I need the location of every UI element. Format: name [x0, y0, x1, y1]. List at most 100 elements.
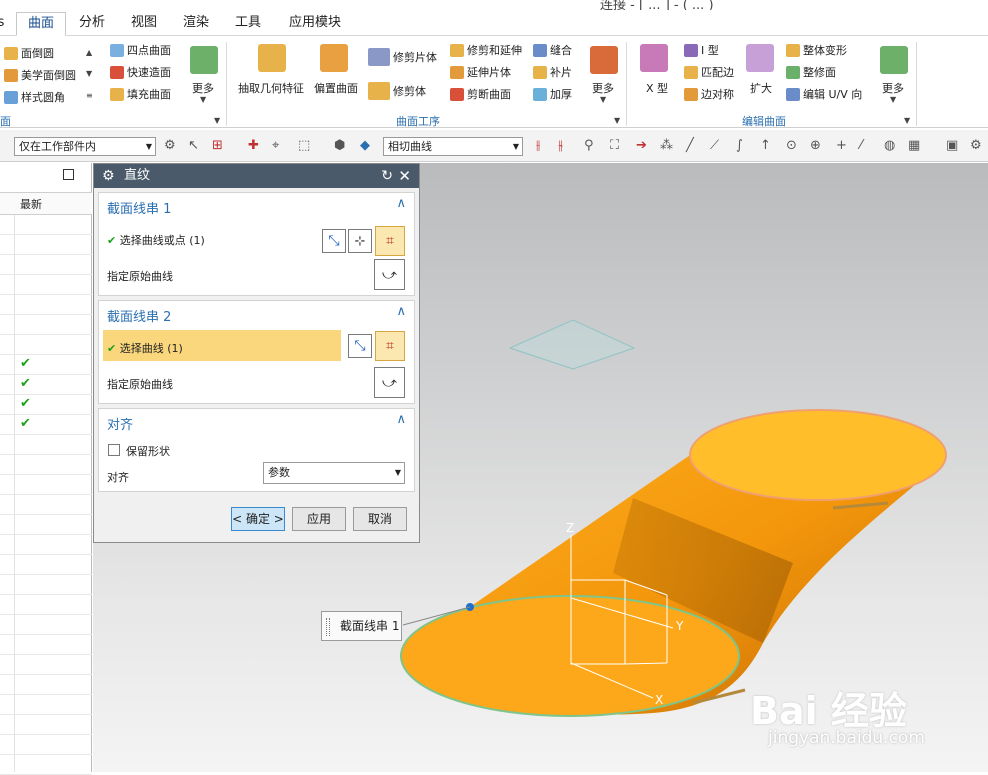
more-button-2[interactable]: 更多	[592, 80, 614, 96]
slash-icon[interactable]: ⁄	[860, 138, 862, 153]
top-section-curve[interactable]	[689, 409, 947, 501]
tab-prev[interactable]: s	[0, 12, 8, 36]
more-dropdown-icon[interactable]: ▼	[200, 95, 206, 104]
trim-body-button[interactable]: 修剪体	[368, 82, 426, 100]
rectangle-select-icon[interactable]: ⬚	[298, 138, 310, 153]
reverse-direction-button-2[interactable]: ⤡	[348, 334, 372, 358]
more-button-3[interactable]: 更多	[882, 80, 904, 96]
ok-button[interactable]: < 确定 >	[231, 507, 285, 531]
section-string-callout[interactable]: 截面线串 1	[321, 611, 402, 641]
navigator-row[interactable]	[0, 275, 92, 295]
stop-at-intersection-icon[interactable]: ⫲	[536, 138, 540, 153]
edge-symmetry-button[interactable]: 边对称	[684, 86, 734, 102]
apply-button[interactable]: 应用	[292, 507, 346, 531]
selection-scope-dropdown[interactable]: 仅在工作部件内 ▼	[14, 137, 156, 156]
sketch-icon[interactable]: ⛶	[610, 138, 619, 153]
tab-analysis[interactable]: 分析	[72, 12, 112, 36]
trim-sheet-button[interactable]: 修剪片体	[368, 48, 437, 66]
tab-tools[interactable]: 工具	[228, 12, 268, 36]
navigator-row[interactable]	[0, 455, 92, 475]
navigator-row[interactable]	[0, 475, 92, 495]
body-icon[interactable]: ◆	[360, 138, 370, 153]
navigator-row[interactable]	[0, 235, 92, 255]
screenshot-icon[interactable]: ▣	[946, 138, 958, 153]
styled-blend-button[interactable]: 样式圆角	[4, 89, 65, 105]
group-expand-icon-2[interactable]: ▼	[614, 116, 620, 125]
select-curve-row[interactable]: ✔ 选择曲线或点 (1)	[107, 232, 205, 248]
tab-view[interactable]: 视图	[124, 12, 164, 36]
navigator-row[interactable]	[0, 315, 92, 335]
navigator-row[interactable]	[0, 515, 92, 535]
face-blend-button[interactable]: 面倒圆	[4, 45, 54, 61]
curve-icon[interactable]: ∫	[736, 138, 743, 153]
rapid-surfacing-button[interactable]: 快速造面	[110, 64, 171, 80]
extract-geometry-button[interactable]: 抽取几何特征	[238, 80, 304, 96]
section-2-title[interactable]: 截面线串 2	[107, 306, 171, 325]
keep-shape-checkbox[interactable]	[108, 444, 120, 456]
x-form-button[interactable]: X 型	[646, 80, 668, 96]
collapse-icon[interactable]: ∧	[396, 412, 406, 427]
tab-applications[interactable]: 应用模块	[280, 12, 350, 36]
dialog-title-bar[interactable]: ⚙ 直纹 ↻ ✕	[94, 164, 419, 188]
extract-geometry-icon[interactable]	[258, 44, 286, 72]
navigator-row[interactable]	[0, 575, 92, 595]
select-curve-button[interactable]: ⌗	[375, 226, 405, 256]
scatter-icon[interactable]: ⁂	[660, 138, 673, 153]
curve-rule-dropdown[interactable]: 相切曲线 ▼	[383, 137, 523, 156]
navigator-row[interactable]	[0, 755, 92, 775]
snap-icon[interactable]: ⊞	[212, 138, 223, 153]
navigator-row[interactable]: ✔	[0, 415, 92, 435]
tab-render[interactable]: 渲染	[176, 12, 216, 36]
navigator-row[interactable]	[0, 695, 92, 715]
navigator-row[interactable]	[0, 735, 92, 755]
fill-surface-button[interactable]: 填充曲面	[110, 86, 171, 102]
line-icon[interactable]: ╱	[686, 138, 694, 153]
drag-handle-icon[interactable]	[326, 618, 330, 636]
follow-fillet-icon[interactable]: ⫳	[558, 138, 563, 153]
select-curve-button-2[interactable]: ⌗	[375, 331, 405, 361]
x-form-icon[interactable]	[640, 44, 668, 72]
navigator-row[interactable]	[0, 535, 92, 555]
i-form-button[interactable]: I 型	[684, 42, 719, 58]
arrow-right-icon[interactable]: ➔	[636, 138, 647, 153]
offset-surface-button[interactable]: 偏置曲面	[314, 80, 358, 96]
enlarge-button[interactable]: 扩大	[750, 80, 772, 96]
maximize-icon[interactable]	[63, 169, 74, 180]
datum-plane[interactable]	[508, 319, 636, 370]
arrow-up-icon[interactable]: ↑	[760, 138, 771, 153]
more-dropdown-icon-2[interactable]: ▼	[600, 95, 606, 104]
select-curve-row-2[interactable]: ✔ 选择曲线 (1)	[107, 340, 183, 356]
specify-origin-curve-button-2[interactable]: ⤻	[374, 367, 405, 398]
more-dropdown-icon-3[interactable]: ▼	[890, 95, 896, 104]
alignment-title[interactable]: 对齐	[107, 414, 133, 433]
gear-icon[interactable]: ⚙	[102, 164, 115, 188]
navigator-row[interactable]: ✔	[0, 395, 92, 415]
navigator-row[interactable]	[0, 715, 92, 735]
more-icon-2[interactable]	[590, 46, 618, 74]
navigator-row[interactable]	[0, 655, 92, 675]
specify-origin-curve-button[interactable]: ⤻	[374, 259, 405, 290]
navigator-row[interactable]	[0, 295, 92, 315]
tab-surface[interactable]: 曲面	[16, 12, 66, 36]
extend-sheet-button[interactable]: 延伸片体	[450, 64, 511, 80]
patch-button[interactable]: 补片	[533, 64, 572, 80]
column-latest[interactable]: 最新	[20, 196, 42, 212]
navigator-row[interactable]	[0, 495, 92, 515]
navigator-row[interactable]	[0, 595, 92, 615]
point-snap-icon[interactable]: ✚	[248, 138, 259, 153]
navigator-row[interactable]	[0, 615, 92, 635]
close-icon[interactable]: ✕	[398, 164, 411, 188]
section-1-title[interactable]: 截面线串 1	[107, 198, 171, 217]
navigator-row[interactable]	[0, 635, 92, 655]
offset-surface-icon[interactable]	[320, 44, 348, 72]
cancel-button[interactable]: 取消	[353, 507, 407, 531]
target-icon[interactable]: ⊕	[810, 138, 821, 153]
navigator-row[interactable]	[0, 435, 92, 455]
group-expand-icon[interactable]: ▼	[214, 116, 220, 125]
aesthetic-blend-button[interactable]: 美学面倒圆	[4, 67, 76, 83]
chevron-up-icon[interactable]: ▲	[86, 48, 92, 57]
refit-face-button[interactable]: 整修面	[786, 64, 836, 80]
settings-icon[interactable]: ⚙	[970, 138, 982, 153]
point-dialog-button[interactable]: ⊹	[348, 229, 372, 253]
enlarge-icon[interactable]	[746, 44, 774, 72]
